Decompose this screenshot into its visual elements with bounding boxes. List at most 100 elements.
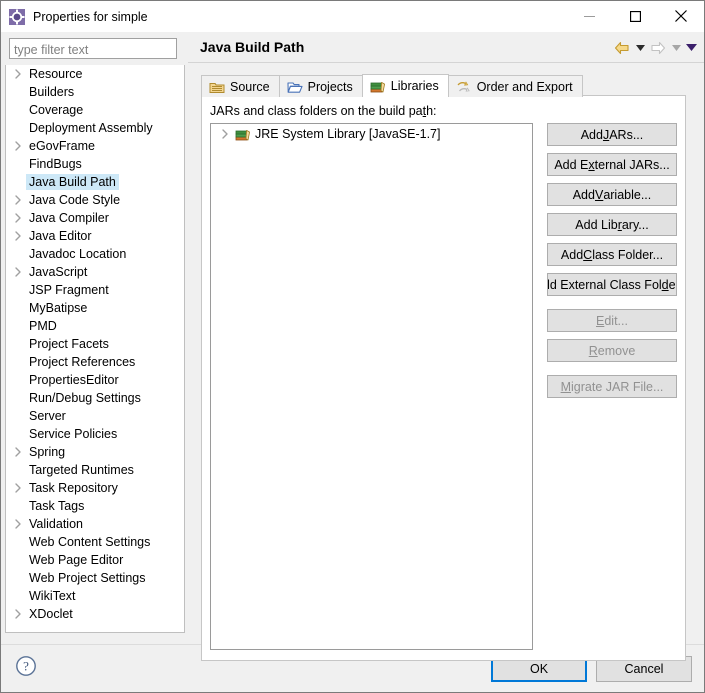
sidebar-item-task-repository[interactable]: Task Repository — [6, 479, 184, 497]
expand-toggle[interactable] — [10, 605, 26, 623]
filter-input[interactable] — [9, 38, 177, 59]
sidebar-item-web-content-settings[interactable]: Web Content Settings — [6, 533, 184, 551]
libraries-books-icon — [370, 78, 386, 94]
jar-tree-row[interactable]: JRE System Library [JavaSE-1.7] — [211, 124, 532, 144]
sidebar-item-label: eGovFrame — [26, 138, 98, 154]
minimize-button[interactable] — [566, 1, 612, 31]
tab-libraries[interactable]: Libraries — [362, 74, 449, 97]
expand-toggle[interactable] — [10, 209, 26, 227]
settings-tree[interactable]: ResourceBuildersCoverageDeployment Assem… — [5, 65, 185, 633]
add-variable-button[interactable]: Add Variable... — [547, 183, 677, 206]
sidebar-item-server[interactable]: Server — [6, 407, 184, 425]
sidebar-item-resource[interactable]: Resource — [6, 65, 184, 83]
sidebar-item-xdoclet[interactable]: XDoclet — [6, 605, 184, 623]
sidebar-item-propertieseditor[interactable]: PropertiesEditor — [6, 371, 184, 389]
expand-toggle[interactable] — [217, 125, 233, 143]
sidebar-item-egovframe[interactable]: eGovFrame — [6, 137, 184, 155]
sidebar-item-project-references[interactable]: Project References — [6, 353, 184, 371]
back-button[interactable] — [612, 38, 632, 58]
help-question-icon[interactable]: ? — [15, 655, 37, 677]
sidebar-item-label: Run/Debug Settings — [26, 390, 144, 406]
tree-indent — [10, 119, 26, 137]
sidebar-item-javadoc-location[interactable]: Javadoc Location — [6, 245, 184, 263]
tree-indent — [10, 389, 26, 407]
button-label-prefix: Add Lib — [575, 218, 617, 232]
sidebar-item-spring[interactable]: Spring — [6, 443, 184, 461]
sidebar-item-java-build-path[interactable]: Java Build Path — [6, 173, 184, 191]
add-class-folder-button[interactable]: Add Class Folder... — [547, 243, 677, 266]
forward-button[interactable] — [648, 38, 668, 58]
sidebar-item-service-policies[interactable]: Service Policies — [6, 425, 184, 443]
button-label-prefix: Add — [581, 128, 603, 142]
expand-toggle[interactable] — [10, 263, 26, 281]
page-menu-button[interactable] — [684, 38, 698, 58]
jar-list-tree[interactable]: JRE System Library [JavaSE-1.7] — [210, 123, 533, 650]
tab-order-and-export[interactable]: Order and Export — [448, 75, 583, 97]
sidebar-item-label: Java Editor — [26, 228, 95, 244]
migrate-jar-file-button: Migrate JAR File... — [547, 375, 677, 398]
tree-indent — [10, 461, 26, 479]
add-external-jars-button[interactable]: Add External JARs... — [547, 153, 677, 176]
expand-toggle[interactable] — [10, 227, 26, 245]
chevron-down-icon — [672, 45, 681, 51]
sidebar-item-pmd[interactable]: PMD — [6, 317, 184, 335]
sidebar-item-validation[interactable]: Validation — [6, 515, 184, 533]
source-package-icon — [209, 79, 225, 95]
chevron-right-icon — [14, 609, 22, 619]
button-label-suffix: ary... — [622, 218, 649, 232]
properties-dialog: Properties for simple ResourceBuildersCo… — [0, 0, 705, 693]
sidebar-item-project-facets[interactable]: Project Facets — [6, 335, 184, 353]
button-label-mnemonic: M — [561, 380, 571, 394]
build-path-label-suffix: h: — [426, 104, 436, 118]
sidebar-item-jsp-fragment[interactable]: JSP Fragment — [6, 281, 184, 299]
sidebar-item-label: Resource — [26, 66, 86, 82]
expand-toggle[interactable] — [10, 479, 26, 497]
sidebar-item-targeted-runtimes[interactable]: Targeted Runtimes — [6, 461, 184, 479]
add-library-button[interactable]: Add Library... — [547, 213, 677, 236]
sidebar-item-run-debug-settings[interactable]: Run/Debug Settings — [6, 389, 184, 407]
tab-projects[interactable]: Projects — [279, 75, 363, 97]
sidebar-item-findbugs[interactable]: FindBugs — [6, 155, 184, 173]
window-title: Properties for simple — [33, 10, 148, 24]
sidebar-item-label: Project References — [26, 354, 138, 370]
sidebar-item-web-project-settings[interactable]: Web Project Settings — [6, 569, 184, 587]
minimize-icon — [584, 11, 595, 22]
back-dropdown-button[interactable] — [633, 38, 647, 58]
button-label-suffix: lass Folder... — [592, 248, 663, 262]
sidebar-item-label: Web Content Settings — [26, 534, 153, 550]
edit-button: Edit... — [547, 309, 677, 332]
button-label-prefix: Add External Class Fol — [547, 278, 662, 292]
forward-dropdown-button[interactable] — [669, 38, 683, 58]
sidebar-item-mybatipse[interactable]: MyBatipse — [6, 299, 184, 317]
chevron-right-icon — [221, 129, 229, 139]
chevron-right-icon — [14, 483, 22, 493]
chevron-right-icon — [14, 231, 22, 241]
sidebar-item-java-editor[interactable]: Java Editor — [6, 227, 184, 245]
sidebar-item-web-page-editor[interactable]: Web Page Editor — [6, 551, 184, 569]
tab-source[interactable]: Source — [201, 75, 280, 97]
chevron-right-icon — [14, 447, 22, 457]
add-jars-button[interactable]: Add JARs... — [547, 123, 677, 146]
maximize-icon — [630, 11, 641, 22]
sidebar-item-label: Task Repository — [26, 480, 121, 496]
sidebar-item-coverage[interactable]: Coverage — [6, 101, 184, 119]
expand-toggle[interactable] — [10, 515, 26, 533]
chevron-down-icon — [686, 44, 697, 51]
sidebar-item-java-compiler[interactable]: Java Compiler — [6, 209, 184, 227]
button-label-prefix: Add E — [554, 158, 588, 172]
expand-toggle[interactable] — [10, 191, 26, 209]
expand-toggle[interactable] — [10, 137, 26, 155]
sidebar-item-task-tags[interactable]: Task Tags — [6, 497, 184, 515]
sidebar-item-java-code-style[interactable]: Java Code Style — [6, 191, 184, 209]
expand-toggle[interactable] — [10, 443, 26, 461]
sidebar-item-builders[interactable]: Builders — [6, 83, 184, 101]
sidebar-item-deployment-assembly[interactable]: Deployment Assembly — [6, 119, 184, 137]
expand-toggle[interactable] — [10, 65, 26, 83]
add-external-class-folder-button[interactable]: Add External Class Folder... — [547, 273, 677, 296]
sidebar-item-wikitext[interactable]: WikiText — [6, 587, 184, 605]
close-button[interactable] — [658, 1, 704, 31]
button-label-suffix: emove — [598, 344, 636, 358]
maximize-button[interactable] — [612, 1, 658, 31]
sidebar-item-label: Targeted Runtimes — [26, 462, 137, 478]
sidebar-item-javascript[interactable]: JavaScript — [6, 263, 184, 281]
